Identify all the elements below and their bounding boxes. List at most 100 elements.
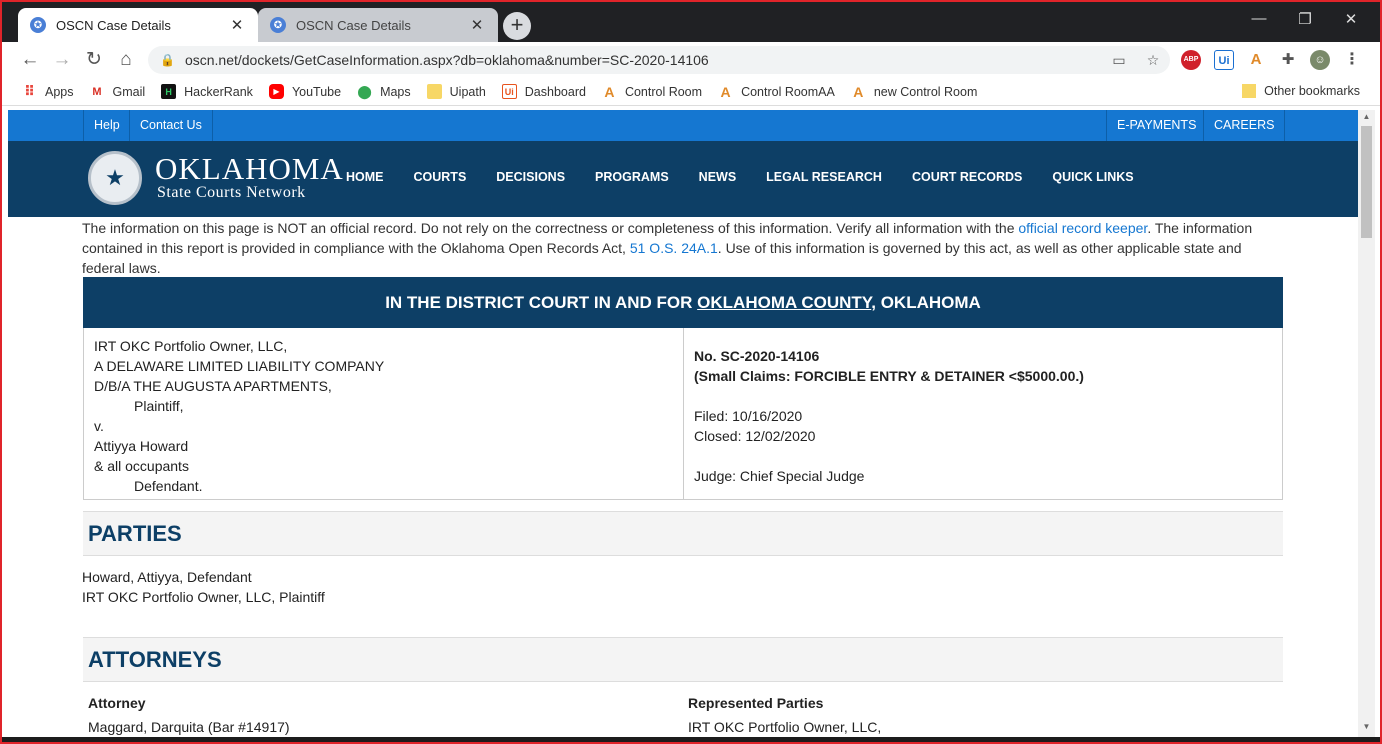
browser-tab-active[interactable]: ✪ OSCN Case Details ✕ [18, 8, 258, 42]
bookmark-youtube[interactable]: ▶ YouTube [268, 84, 342, 99]
web-page: Help Contact Us E-PAYMENTS CAREERS ★ OKL… [8, 110, 1358, 744]
open-records-act-link[interactable]: 51 O.S. 24A.1 [630, 240, 718, 256]
bookmark-label: Dashboard [524, 84, 586, 99]
case-style-box: IRT OKC Portfolio Owner, LLC, A DELAWARE… [83, 328, 1283, 500]
scroll-up-icon[interactable]: ▲ [1358, 112, 1375, 121]
bookmark-dashboard[interactable]: Ui Dashboard [501, 84, 586, 99]
nav-courts[interactable]: COURTS [414, 170, 467, 184]
attorney-name[interactable]: Maggard, Darquita (Bar #14917) [88, 719, 290, 735]
parties-heading: PARTIES [83, 511, 1283, 556]
versus: v. [94, 418, 104, 434]
scroll-down-icon[interactable]: ▼ [1358, 722, 1375, 731]
brand-title[interactable]: OKLAHOMA [155, 151, 344, 187]
forward-arrow-icon[interactable]: → [50, 48, 74, 72]
bookmark-label: Maps [380, 84, 411, 99]
page-scrollbar[interactable]: ▲ ▼ [1358, 110, 1375, 744]
oscn-favicon-icon: ✪ [30, 17, 46, 33]
bookmark-hackerrank[interactable]: H HackerRank [161, 84, 253, 99]
attorneys-heading: ATTORNEYS [83, 637, 1283, 682]
bookmark-maps[interactable]: ⬤ Maps [357, 84, 411, 99]
bookmark-label: new Control Room [873, 84, 978, 99]
home-icon[interactable]: ⌂ [114, 48, 138, 72]
case-style: IRT OKC Portfolio Owner, LLC, A DELAWARE… [84, 328, 684, 499]
automation-anywhere-icon: A [853, 83, 864, 100]
party-item[interactable]: IRT OKC Portfolio Owner, LLC, Plaintiff [82, 587, 325, 607]
site-header: ★ OKLAHOMA State Courts Network HOME COU… [8, 141, 1358, 217]
close-tab-icon[interactable]: ✕ [228, 16, 246, 34]
disclaimer-part: The information on this page is NOT an o… [82, 220, 1019, 236]
uipath-logo-icon: Ui [501, 84, 517, 99]
bookmark-control-room[interactable]: A Control Room [602, 83, 703, 100]
bookmark-label: Control RoomAA [741, 84, 835, 99]
close-tab-icon[interactable]: ✕ [468, 16, 486, 34]
official-record-keeper-link[interactable]: official record keeper [1018, 220, 1147, 236]
apps-grid-icon: ⠿ [24, 83, 35, 99]
careers-link[interactable]: CAREERS [1203, 110, 1286, 141]
style-line: D/B/A THE AUGUSTA APARTMENTS, [94, 378, 332, 394]
e-payments-link[interactable]: E-PAYMENTS [1106, 110, 1206, 141]
court-heading-suffix: , OKLAHOMA [871, 293, 981, 312]
oklahoma-seal-icon[interactable]: ★ [88, 151, 142, 205]
address-bar[interactable]: 🔒 oscn.net/dockets/GetCaseInformation.as… [148, 46, 1170, 74]
contact-us-link[interactable]: Contact Us [129, 110, 213, 141]
tab-title: OSCN Case Details [56, 17, 171, 33]
bookmark-label: YouTube [291, 84, 342, 99]
brand-subtitle[interactable]: State Courts Network [157, 184, 306, 202]
gmail-icon: M [92, 85, 102, 98]
case-type: (Small Claims: FORCIBLE ENTRY & DETAINER… [694, 368, 1084, 384]
url-text[interactable]: oscn.net/dockets/GetCaseInformation.aspx… [185, 52, 1102, 68]
extensions-puzzle-icon[interactable]: ✚ [1278, 50, 1298, 70]
profile-avatar[interactable]: ☺ [1310, 50, 1330, 70]
utility-bar: Help Contact Us E-PAYMENTS CAREERS [8, 110, 1358, 141]
new-tab-button[interactable]: + [503, 12, 531, 40]
bookmark-control-room-aa[interactable]: A Control RoomAA [718, 83, 835, 100]
nav-quick-links[interactable]: QUICK LINKS [1052, 170, 1133, 184]
plaintiff-role: Plaintiff, [134, 398, 184, 414]
party-item[interactable]: Howard, Attiyya, Defendant [82, 567, 325, 587]
bookmark-label: Control Room [624, 84, 703, 99]
lock-icon: 🔒 [160, 53, 175, 67]
bookmark-uipath[interactable]: Uipath [426, 84, 486, 99]
help-link[interactable]: Help [83, 110, 130, 141]
other-bookmarks[interactable]: Other bookmarks [1242, 84, 1360, 98]
restore-icon[interactable]: ❐ [1282, 10, 1328, 28]
uipath-extension-icon[interactable]: Ui [1214, 50, 1234, 70]
nav-news[interactable]: NEWS [699, 170, 737, 184]
nav-decisions[interactable]: DECISIONS [496, 170, 565, 184]
reload-icon[interactable]: ↻ [82, 48, 106, 72]
automation-anywhere-extension-icon[interactable]: A [1246, 50, 1266, 70]
judge: Judge: Chief Special Judge [694, 468, 865, 484]
close-window-icon[interactable]: ✕ [1328, 10, 1374, 28]
filed-date: Filed: 10/16/2020 [694, 408, 803, 424]
closed-date: Closed: 12/02/2020 [694, 428, 816, 444]
browser-tab-inactive[interactable]: ✪ OSCN Case Details ✕ [258, 8, 498, 42]
bookmark-apps[interactable]: ⠿ Apps [22, 83, 74, 99]
bookmarks-bar: ⠿ Apps M Gmail H HackerRank ▶ YouTube ⬤ Maps … [0, 78, 1382, 106]
menu-dots-icon[interactable]: ⋮ [1342, 50, 1362, 70]
bookmark-star-icon[interactable]: ☆ [1136, 52, 1170, 69]
cast-icon[interactable]: ▭ [1102, 52, 1136, 69]
minimize-icon[interactable]: — [1236, 10, 1282, 27]
represented-parties-column-header: Represented Parties [688, 695, 824, 711]
tab-title: OSCN Case Details [296, 17, 411, 33]
bookmark-gmail[interactable]: M Gmail [90, 84, 146, 99]
nav-court-records[interactable]: COURT RECORDS [912, 170, 1022, 184]
browser-toolbar: ← → ↻ ⌂ 🔒 oscn.net/dockets/GetCaseInform… [0, 42, 1382, 78]
bookmark-label: Apps [45, 84, 74, 99]
court-heading: IN THE DISTRICT COURT IN AND FOR OKLAHOM… [83, 277, 1283, 328]
bookmark-new-control-room[interactable]: Anew Control Room [851, 83, 978, 100]
county-link[interactable]: OKLAHOMA COUNTY [697, 293, 871, 312]
bookmark-label: Gmail [112, 84, 146, 99]
automation-anywhere-icon: A [720, 83, 731, 100]
scroll-thumb[interactable] [1361, 126, 1372, 238]
hackerrank-icon: H [161, 84, 177, 99]
automation-anywhere-icon: A [604, 83, 615, 100]
nav-legal-research[interactable]: LEGAL RESEARCH [766, 170, 882, 184]
nav-home[interactable]: HOME [346, 170, 384, 184]
adblock-extension-icon[interactable]: ABP [1181, 50, 1201, 70]
nav-programs[interactable]: PROGRAMS [595, 170, 669, 184]
back-arrow-icon[interactable]: ← [18, 48, 42, 72]
parties-list: Howard, Attiyya, Defendant IRT OKC Portf… [82, 567, 325, 607]
youtube-icon: ▶ [268, 84, 284, 99]
attorney-column-header: Attorney [88, 695, 146, 711]
